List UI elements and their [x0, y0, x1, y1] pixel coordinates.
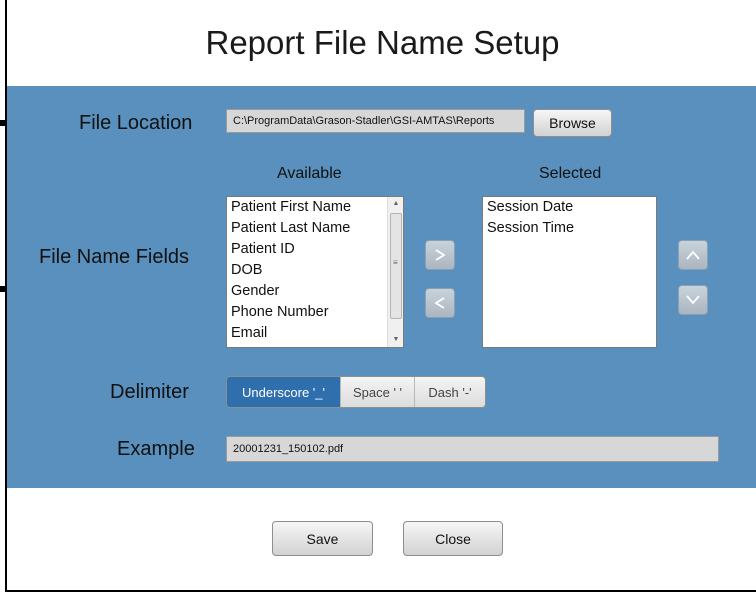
report-file-name-dialog: Report File Name Setup File Location C:\…	[5, 0, 756, 592]
scrollbar-thumb[interactable]: ≡	[390, 213, 402, 319]
file-location-label: File Location	[79, 112, 193, 134]
available-list-scrollbar[interactable]: ▲ ≡ ▼	[387, 197, 403, 347]
list-item[interactable]: DOB	[227, 260, 387, 281]
list-item[interactable]: Gender	[227, 281, 387, 302]
save-button[interactable]: Save	[272, 521, 373, 556]
close-button[interactable]: Close	[403, 521, 503, 556]
list-item[interactable]: Patient ID	[227, 239, 387, 260]
delimiter-option-space[interactable]: Space ' '	[340, 377, 414, 407]
remove-field-button[interactable]	[425, 288, 455, 318]
chevron-right-icon	[435, 249, 446, 261]
delimiter-option-underscore[interactable]: Underscore '_'	[227, 377, 340, 407]
scroll-up-arrow-icon[interactable]: ▲	[388, 197, 403, 211]
scroll-down-arrow-icon[interactable]: ▼	[388, 333, 403, 347]
example-filename-field: 20001231_150102.pdf	[226, 436, 719, 462]
list-item[interactable]: Patient Last Name	[227, 218, 387, 239]
chevron-down-icon	[686, 295, 700, 305]
list-item[interactable]: Patient First Name	[227, 197, 387, 218]
file-location-field[interactable]: C:\ProgramData\Grason-Stadler\GSI-AMTAS\…	[226, 109, 525, 133]
file-name-fields-label: File Name Fields	[39, 246, 190, 268]
add-field-button[interactable]	[425, 240, 455, 270]
list-item[interactable]: Session Date	[483, 197, 656, 218]
available-header: Available	[277, 165, 342, 182]
browse-button[interactable]: Browse	[533, 109, 612, 137]
list-item[interactable]: Email	[227, 323, 387, 344]
grip-icon: ≡	[393, 258, 398, 267]
selected-header: Selected	[539, 165, 602, 182]
move-down-button[interactable]	[678, 285, 708, 315]
delimiter-label: Delimiter	[110, 381, 189, 403]
settings-panel: File Location C:\ProgramData\Grason-Stad…	[7, 86, 756, 488]
selected-fields-list[interactable]: Session Date Session Time	[482, 196, 657, 348]
list-item[interactable]: Phone Number	[227, 302, 387, 323]
delimiter-selector: Underscore '_' Space ' ' Dash '-'	[226, 376, 486, 408]
dialog-title: Report File Name Setup	[205, 24, 560, 61]
move-up-button[interactable]	[678, 240, 708, 270]
list-item[interactable]: Session Time	[483, 218, 656, 239]
chevron-left-icon	[434, 297, 445, 309]
available-fields-list[interactable]: Patient First Name Patient Last Name Pat…	[226, 196, 404, 348]
chevron-up-icon	[686, 250, 700, 260]
example-label: Example	[117, 438, 195, 460]
delimiter-option-dash[interactable]: Dash '-'	[414, 377, 485, 407]
